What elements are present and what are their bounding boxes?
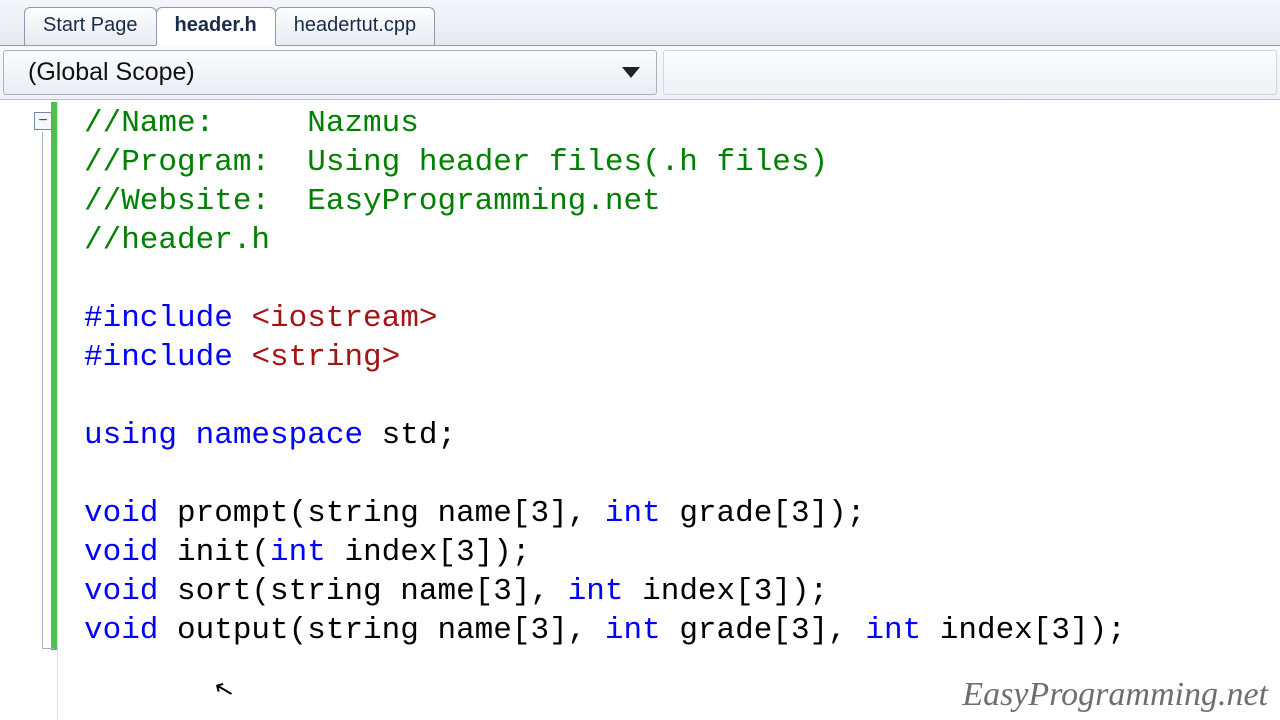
code-token: init(	[158, 535, 270, 570]
code-token: void	[84, 613, 158, 648]
code-line: //Website: EasyProgramming.net	[84, 184, 661, 219]
fold-toggle[interactable]: −	[34, 112, 52, 130]
code-token: <iostream>	[251, 301, 437, 336]
code-token: using	[84, 418, 177, 453]
code-token: void	[84, 574, 158, 609]
code-token: grade[3]);	[661, 496, 866, 531]
scope-dropdown[interactable]: (Global Scope)	[3, 50, 657, 95]
code-token: std;	[363, 418, 456, 453]
code-token: namespace	[196, 418, 363, 453]
code-token: prompt(string name[3],	[158, 496, 604, 531]
code-token: int	[568, 574, 624, 609]
code-token: int	[605, 613, 661, 648]
tab-bar: Start Page header.h headertut.cpp	[0, 0, 1280, 46]
code-token: int	[605, 496, 661, 531]
code-token: index[3]);	[326, 535, 531, 570]
tab-headertut-cpp[interactable]: headertut.cpp	[275, 7, 435, 45]
code-token: int	[865, 613, 921, 648]
outline-guide-end	[42, 648, 54, 649]
member-dropdown[interactable]	[663, 50, 1277, 95]
code-line: //header.h	[84, 223, 270, 258]
code-line: //Program: Using header files(.h files)	[84, 145, 828, 180]
scope-label: (Global Scope)	[28, 58, 195, 87]
code-token: index[3]);	[624, 574, 829, 609]
code-token: void	[84, 496, 158, 531]
change-indicator	[51, 102, 57, 650]
code-token: grade[3],	[661, 613, 866, 648]
code-token: void	[84, 535, 158, 570]
code-line: //Name: Nazmus	[84, 106, 419, 141]
code-token: #include	[84, 301, 251, 336]
chevron-down-icon	[622, 67, 640, 78]
code-editor[interactable]: − //Name: Nazmus //Program: Using header…	[0, 100, 1280, 720]
code-area[interactable]: //Name: Nazmus //Program: Using header f…	[58, 100, 1280, 720]
code-token	[177, 418, 196, 453]
outline-guide	[42, 132, 43, 648]
scope-bar: (Global Scope)	[0, 46, 1280, 100]
tab-start-page[interactable]: Start Page	[24, 7, 157, 45]
tab-header-h[interactable]: header.h	[156, 7, 276, 46]
code-token: <string>	[251, 340, 400, 375]
editor-gutter: −	[0, 100, 58, 720]
code-token: sort(string name[3],	[158, 574, 567, 609]
code-token: output(string name[3],	[158, 613, 604, 648]
code-token: int	[270, 535, 326, 570]
code-token: #include	[84, 340, 251, 375]
code-token: index[3]);	[921, 613, 1126, 648]
